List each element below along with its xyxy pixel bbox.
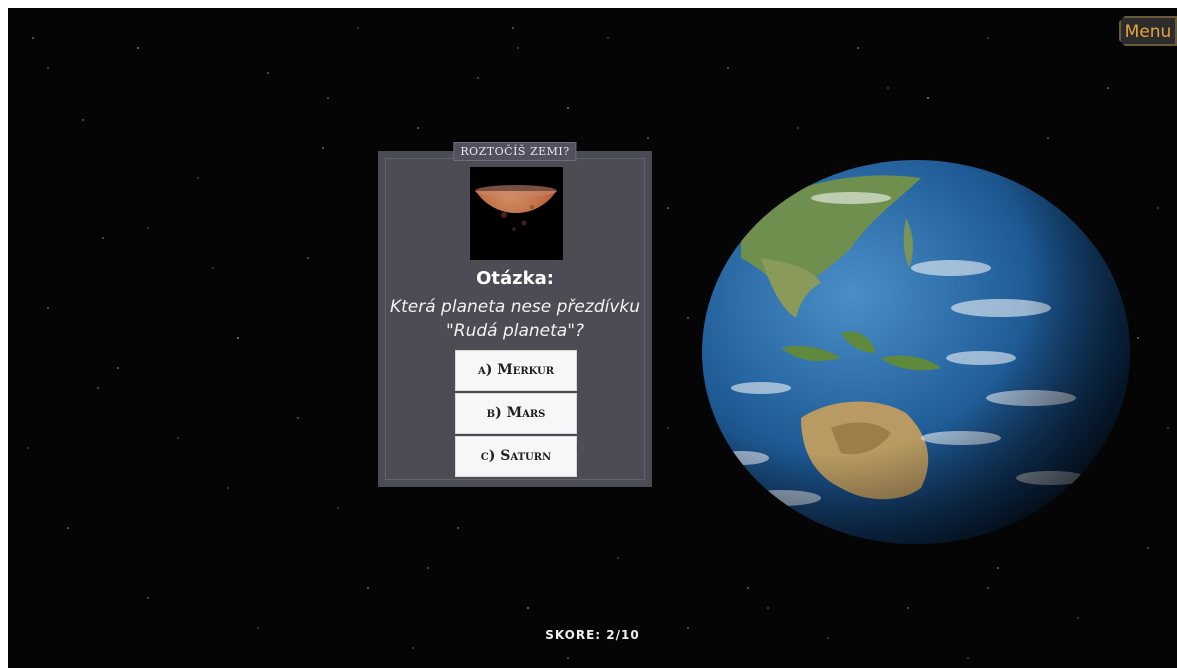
mars-planet-icon [470,167,563,260]
answer-button-c[interactable]: c) Saturn [455,436,577,477]
menu-button[interactable]: Menu [1119,16,1177,46]
earth-globe[interactable] [701,158,1131,546]
question-text: Která planeta nese přezdívku "Rudá plane… [389,297,641,341]
game-viewport: Menu Roztočíš Zemi? [8,8,1177,668]
quiz-title: Roztočíš Zemi? [453,142,577,161]
score-display: SKORE: 2/10 [545,628,640,642]
question-heading: Otázka: [476,268,554,289]
answer-button-a[interactable]: a) Merkur [455,350,577,391]
answer-button-b[interactable]: b) Mars [455,393,577,434]
quiz-panel: Roztočíš Zemi? [378,142,652,487]
